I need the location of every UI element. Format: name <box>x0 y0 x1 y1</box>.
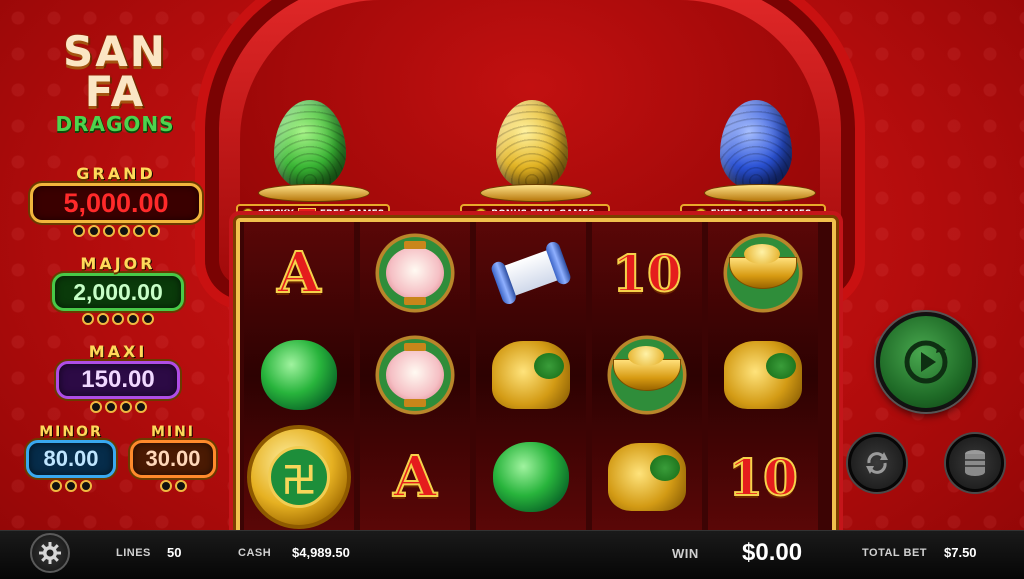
scroll-icon <box>489 238 573 308</box>
jackpot-mini: MINI 30.00 <box>130 424 216 492</box>
symbol-card-a: A <box>392 443 437 511</box>
dragon-turtle-icon <box>724 341 802 409</box>
total-bet-value: $7.50 <box>944 545 977 560</box>
jackpot-major-label: MAJOR <box>80 254 156 273</box>
symbol-jade <box>244 324 354 426</box>
jackpot-maxi-dots <box>56 401 180 413</box>
egg-stand <box>258 184 370 202</box>
jackpot-minor-value: 80.00 <box>26 440 116 478</box>
lantern-icon <box>386 343 444 407</box>
gear-icon <box>39 542 61 564</box>
bet-button[interactable] <box>946 434 1004 492</box>
symbol-dragon-turtle <box>708 324 818 426</box>
jade-icon <box>261 340 337 410</box>
dragon-turtle-icon <box>492 341 570 409</box>
jackpot-major-value: 2,000.00 <box>52 273 184 311</box>
spin-button[interactable] <box>876 312 976 412</box>
logo-line-1: SAN <box>63 27 167 76</box>
symbol-dragon-turtle <box>592 426 702 528</box>
symbol-gold-ingot <box>592 324 702 426</box>
jackpot-mini-dots <box>130 480 216 492</box>
game-logo: SAN FA DRAGONS <box>40 27 190 137</box>
reel-4: 10 <box>592 222 702 530</box>
lantern-icon <box>386 241 444 305</box>
dragon-turtle-icon <box>608 443 686 511</box>
jackpot-major: MAJOR 2,000.00 <box>52 254 184 325</box>
symbol-jade <box>476 426 586 528</box>
settings-button[interactable] <box>30 533 70 573</box>
gold-ingot-icon <box>613 346 681 391</box>
symbol-card-a: A <box>276 239 321 307</box>
coin-stack-icon <box>965 450 985 476</box>
symbol-dragon-turtle <box>476 324 586 426</box>
spin-play-icon <box>904 340 948 384</box>
egg-stand <box>480 184 592 202</box>
jackpot-major-dots <box>52 313 184 325</box>
jackpot-grand-label: GRAND <box>76 164 156 183</box>
total-bet-label: TOTAL BET <box>862 547 927 559</box>
logo-line-2: FA <box>84 67 146 116</box>
jackpot-grand-dots <box>30 225 202 237</box>
gold-coin-icon: 卍 <box>247 425 351 529</box>
symbol-coin-scatter: 卍 <box>244 425 354 529</box>
symbol-gold-ingot <box>708 222 818 324</box>
cash-label: CASH <box>238 547 272 559</box>
symbol-scroll <box>476 222 586 324</box>
reel-3 <box>476 222 586 530</box>
gold-ingot-icon <box>729 244 797 289</box>
reel-1: A 卍 <box>244 222 354 530</box>
win-value: $0.00 <box>742 539 803 566</box>
symbol-card-10: 10 <box>611 243 683 304</box>
lines-label: LINES <box>116 547 151 559</box>
reel-5: 10 <box>708 222 818 530</box>
jackpot-maxi-label: MAXI <box>88 342 148 361</box>
jackpot-maxi: MAXI 150.00 <box>56 342 180 413</box>
egg-stand <box>704 184 816 202</box>
logo-line-3: DRAGONS <box>55 112 175 136</box>
jackpot-grand-value: 5,000.00 <box>30 183 202 223</box>
autoplay-refresh-icon <box>866 452 888 474</box>
win-label: WIN <box>672 546 699 561</box>
jackpot-grand: GRAND 5,000.00 <box>30 164 202 237</box>
symbol-lantern <box>360 222 470 324</box>
jackpot-minor: MINOR 80.00 <box>26 424 116 492</box>
reel-2: A <box>360 222 470 530</box>
jackpot-minor-dots <box>26 480 116 492</box>
symbol-lantern <box>360 324 470 426</box>
jackpot-maxi-value: 150.00 <box>56 361 180 399</box>
autoplay-button[interactable] <box>848 434 906 492</box>
jade-icon <box>493 442 569 512</box>
jackpot-minor-label: MINOR <box>39 424 103 440</box>
reel-window: A 卍 A 10 10 <box>236 218 836 542</box>
jackpot-mini-value: 30.00 <box>130 440 216 478</box>
cash-value: $4,989.50 <box>292 545 350 560</box>
jackpot-mini-label: MINI <box>150 424 196 440</box>
lines-value: 50 <box>167 545 182 560</box>
symbol-card-10: 10 <box>727 447 799 508</box>
